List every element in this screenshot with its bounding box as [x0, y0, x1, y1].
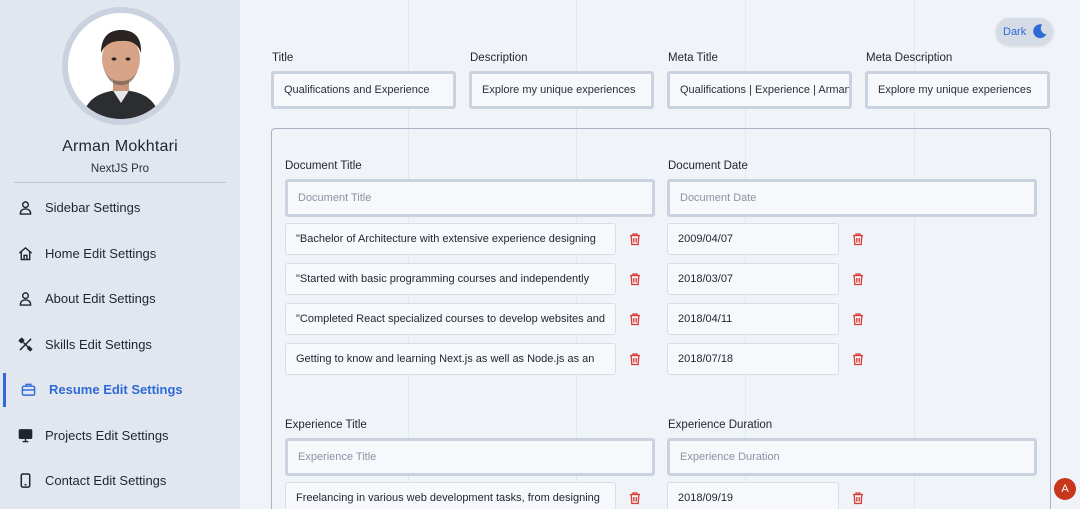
sidebar-item-contact-edit-settings[interactable]: Contact Edit Settings — [0, 458, 240, 504]
document-date-field[interactable]: 2018/07/18 — [667, 343, 839, 375]
document-date-input[interactable]: Document Date — [667, 179, 1037, 217]
trash-icon[interactable] — [628, 352, 642, 366]
floating-avatar-button[interactable]: A — [1054, 478, 1076, 500]
sidebar-divider — [14, 182, 226, 183]
sidebar-nav: Sidebar Settings Home Edit Settings Abou… — [0, 185, 240, 504]
sidebar-item-sidebar-settings[interactable]: Sidebar Settings — [0, 185, 240, 231]
description-label: Description — [470, 52, 528, 64]
dark-mode-toggle[interactable]: Dark — [996, 18, 1053, 45]
sidebar-item-projects-edit-settings[interactable]: Projects Edit Settings — [0, 413, 240, 459]
sidebar-item-skills-edit-settings[interactable]: Skills Edit Settings — [0, 322, 240, 368]
experience-duration-input[interactable]: Experience Duration — [667, 438, 1037, 476]
trash-icon[interactable] — [628, 491, 642, 505]
sidebar-item-label: Resume Edit Settings — [49, 382, 183, 398]
experience-duration-field[interactable]: 2018/09/19 — [667, 482, 839, 509]
trash-icon[interactable] — [851, 312, 865, 326]
trash-icon[interactable] — [628, 232, 642, 246]
title-label: Title — [272, 52, 294, 64]
meta-description-input[interactable]: Explore my unique experiences — [865, 71, 1050, 109]
sidebar: Arman Mokhtari NextJS Pro Sidebar Settin… — [0, 0, 240, 509]
trash-icon[interactable] — [851, 272, 865, 286]
document-title-field[interactable]: "Started with basic programming courses … — [285, 263, 616, 295]
sidebar-item-label: Home Edit Settings — [45, 245, 157, 261]
document-title-field[interactable]: "Completed React specialized courses to … — [285, 303, 616, 335]
user-icon — [17, 291, 33, 307]
briefcase-icon — [20, 382, 36, 398]
document-title-input[interactable]: Document Title — [285, 179, 655, 217]
sidebar-item-label: Projects Edit Settings — [45, 427, 169, 443]
experience-duration-label: Experience Duration — [668, 419, 773, 431]
meta-description-label: Meta Description — [866, 52, 953, 64]
phone-icon — [17, 473, 33, 489]
experience-title-input[interactable]: Experience Title — [285, 438, 655, 476]
monitor-icon — [17, 427, 33, 443]
title-input[interactable]: Qualifications and Experience — [271, 71, 456, 109]
document-title-field[interactable]: "Bachelor of Architecture with extensive… — [285, 223, 616, 255]
trash-icon[interactable] — [628, 312, 642, 326]
document-date-field[interactable]: 2009/04/07 — [667, 223, 839, 255]
profile-role: NextJS Pro — [90, 163, 150, 175]
sidebar-item-label: Sidebar Settings — [45, 200, 141, 216]
document-date-field[interactable]: 2018/03/07 — [667, 263, 839, 295]
experience-title-field[interactable]: Freelancing in various web development t… — [285, 482, 616, 509]
moon-icon — [1031, 23, 1048, 40]
home-icon — [17, 245, 33, 261]
sidebar-item-label: About Edit Settings — [45, 291, 156, 307]
user-icon — [17, 200, 33, 216]
meta-title-label: Meta Title — [668, 52, 718, 64]
sidebar-item-home-edit-settings[interactable]: Home Edit Settings — [0, 231, 240, 277]
document-date-field[interactable]: 2018/04/11 — [667, 303, 839, 335]
trash-icon[interactable] — [628, 272, 642, 286]
trash-icon[interactable] — [851, 491, 865, 505]
dark-mode-label: Dark — [1003, 25, 1027, 38]
sidebar-item-resume-edit-settings[interactable]: Resume Edit Settings — [0, 367, 240, 413]
avatar — [62, 7, 180, 125]
experience-title-label: Experience Title — [285, 419, 367, 431]
description-input[interactable]: Explore my unique experiences — [469, 71, 654, 109]
trash-icon[interactable] — [851, 232, 865, 246]
document-title-field[interactable]: Getting to know and learning Next.js as … — [285, 343, 616, 375]
document-title-label: Document Title — [285, 160, 362, 172]
profile-photo — [68, 13, 174, 119]
sidebar-item-label: Skills Edit Settings — [45, 336, 152, 352]
tools-icon — [17, 336, 33, 352]
meta-title-input[interactable]: Qualifications | Experience | Arman — [667, 71, 852, 109]
trash-icon[interactable] — [851, 352, 865, 366]
sidebar-item-label: Contact Edit Settings — [45, 473, 167, 489]
sidebar-item-about-edit-settings[interactable]: About Edit Settings — [0, 276, 240, 322]
profile-name: Arman Mokhtari — [62, 138, 178, 155]
document-date-label: Document Date — [668, 160, 748, 172]
